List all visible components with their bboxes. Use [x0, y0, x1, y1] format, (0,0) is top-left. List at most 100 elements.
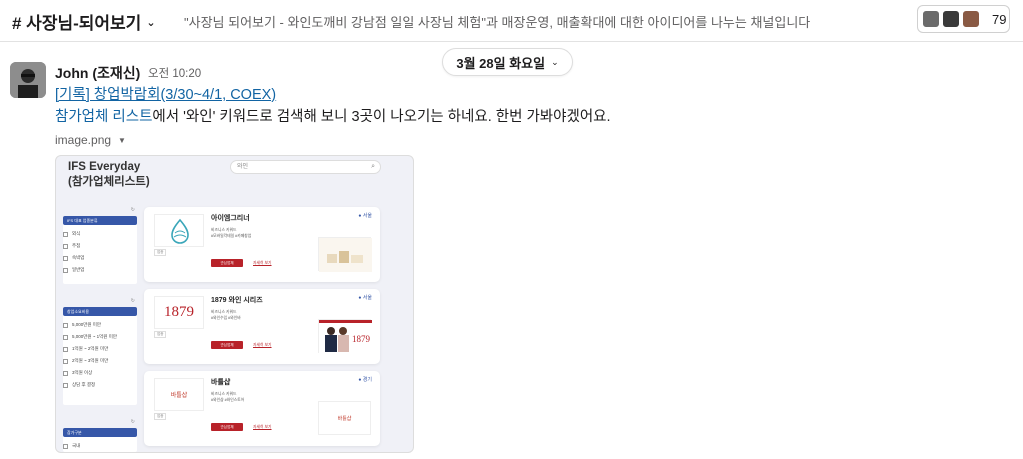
exhibitor-keywords: 비즈니스 키워드 #와인샵 #와인스토어: [211, 391, 244, 403]
checkbox: [63, 231, 68, 237]
location-pin-icon: ● 서울: [358, 295, 372, 301]
channel-name: # 사장님-되어보기: [12, 14, 142, 33]
filter-item: 일반업: [63, 267, 137, 273]
keyword-values: #와인샵 #와인스토어: [211, 398, 245, 402]
exhibitor-name: 1879 와인 시리즈: [211, 297, 263, 304]
exhibitor-logo: 1879: [154, 296, 204, 329]
file-label[interactable]: image.png ▼: [55, 133, 126, 147]
filter-item: 5,000만원 미만: [63, 322, 137, 328]
member-avatar: [942, 10, 960, 28]
message-timestamp[interactable]: 오전 10:20: [148, 65, 201, 81]
filter-item-label: 일반업: [72, 267, 85, 272]
favorite-button: 관심업체: [211, 341, 243, 349]
details-link: 자세히 보기: [253, 343, 272, 347]
exhibitor-region: 서울: [362, 213, 372, 219]
photo-logo-text: 1879: [352, 334, 371, 344]
exhibitor-keywords: 비즈니스 키워드 #와인수입 #와인바: [211, 309, 241, 321]
image-attachment[interactable]: IFS Everyday (참가업체리스트) 와인 ⌕ ↻ IFS 대표 업종분…: [55, 155, 414, 453]
checkbox: [63, 370, 68, 376]
filter-head: 참가구분: [63, 428, 137, 437]
checkbox: [63, 243, 68, 249]
checkbox: [63, 334, 68, 340]
search-icon: ⌕: [371, 163, 375, 170]
exhibitor-tag: 업종: [154, 249, 167, 256]
filter-item-label: 3억원 이상: [72, 370, 93, 375]
filter-item-label: 외식: [72, 231, 81, 236]
filter-head: IFS 대표 업종분류: [63, 216, 137, 225]
details-link: 자세히 보기: [253, 261, 272, 265]
member-avatar: [962, 10, 980, 28]
chevron-down-icon: ⌄: [146, 17, 156, 29]
channel-topic[interactable]: "사장님 되어보기 - 와인도깨비 강남점 일일 사장님 체험"과 매장운영, …: [184, 12, 810, 31]
participant-list-link[interactable]: 참가업체 리스트: [55, 109, 152, 125]
filter-item-label: 주점: [72, 243, 81, 248]
members-button[interactable]: 79: [917, 5, 1010, 33]
filter-group: ↻ 창업소요비용 5,000만원 미만 5,000만원 ~ 1억원 미만 1억원…: [63, 298, 137, 405]
exhibitor-logo-text: 1879: [164, 304, 194, 320]
exhibitor-photo: 바틀샵: [318, 401, 371, 435]
file-name: image.png: [55, 133, 112, 147]
keyword-values: #와인수입 #와인바: [211, 316, 241, 320]
filter-item: 숙박업: [63, 255, 137, 261]
refresh-icon: ↻: [130, 298, 135, 304]
exhibitor-region: 서울: [362, 295, 372, 301]
exhibitor-name: 바틀샵: [211, 379, 231, 386]
message-text: 에서 '와인' 키워드로 검색해 보니 3곳이 나오기는 하네요. 한번 가봐야…: [152, 109, 611, 125]
ifs-title-line1: IFS Everyday: [68, 161, 141, 173]
message-line-1: [기록] 창업박람회(3/30~4/1, COEX): [55, 83, 276, 104]
filter-group: ↻ IFS 대표 업종분류 외식 주점 숙박업 일반업: [63, 207, 137, 284]
exhibitor-photo: 1879: [318, 319, 372, 354]
exhibitor-logo: [154, 214, 204, 247]
exhibitor-tag: 업종: [154, 413, 167, 420]
refresh-icon: ↻: [130, 207, 135, 213]
date-label: 3월 28일 화요일: [456, 55, 546, 71]
filter-item: 3억원 이상: [63, 370, 137, 376]
channel-title-button[interactable]: # 사장님-되어보기 ⌄: [12, 9, 156, 34]
location-pin-icon: ● 서울: [358, 213, 372, 219]
exhibitor-card: 1879 업종 1879 와인 시리즈 ● 서울 비즈니스 키워드 #와인수입 …: [144, 289, 380, 364]
filter-item: 외식: [63, 231, 137, 237]
caret-down-icon[interactable]: ▼: [118, 136, 126, 145]
location-pin-icon: ● 경기: [358, 377, 372, 383]
filter-item: 상담 후 결정: [63, 382, 137, 388]
photo-logo-text: 바틀샵: [337, 415, 352, 422]
checkbox: [63, 267, 68, 273]
checkbox: [63, 255, 68, 261]
filter-item: 주점: [63, 243, 137, 249]
date-divider-button[interactable]: 3월 28일 화요일 ⌄: [442, 48, 573, 76]
filter-item-label: 상담 후 결정: [72, 382, 96, 387]
member-avatar: [922, 10, 940, 28]
filter-item-label: 1억원 ~ 2억원 미만: [72, 346, 109, 351]
filter-head: 창업소요비용: [63, 307, 137, 316]
exhibitor-keywords: 비즈니스 키워드 #모바일칵테일 #카페창업: [211, 227, 251, 239]
ifs-search-box: 와인 ⌕: [230, 160, 381, 174]
ifs-title: IFS Everyday (참가업체리스트): [68, 160, 150, 190]
refresh-icon: ↻: [130, 419, 135, 425]
filter-item-label: 2억원 ~ 3억원 미만: [72, 358, 109, 363]
filter-item: 5,000만원 ~ 1억원 미만: [63, 334, 137, 340]
exhibitor-logo: 바틀샵: [154, 378, 204, 411]
filter-item-label: 5,000만원 ~ 1억원 미만: [72, 334, 117, 339]
sender-avatar[interactable]: [10, 62, 46, 98]
details-link: 자세히 보기: [253, 425, 272, 429]
exhibitor-card: 바틀샵 업종 바틀샵 ● 경기 비즈니스 키워드 #와인샵 #와인스토어 관심업…: [144, 371, 380, 446]
checkbox: [63, 382, 68, 388]
favorite-button: 관심업체: [211, 259, 243, 267]
checkbox: [63, 443, 68, 449]
member-count: 79: [992, 11, 1007, 27]
keyword-values: #모바일칵테일 #카페창업: [211, 234, 252, 238]
exhibitor-photo: [318, 237, 372, 272]
exhibitor-card: 업종 아이엠그리너 ● 서울 비즈니스 키워드 #모바일칵테일 #카페창업 관심…: [144, 207, 380, 282]
sender-name[interactable]: John (조재신): [55, 63, 140, 83]
ifs-title-line2: (참가업체리스트): [68, 176, 150, 188]
filter-item-label: 숙박업: [72, 255, 85, 260]
chevron-down-icon: ⌄: [551, 56, 559, 67]
message-link[interactable]: [기록] 창업박람회(3/30~4/1, COEX): [55, 87, 276, 103]
filter-group: ↻ 참가구분 국내: [63, 419, 137, 452]
filter-item-label: 국내: [72, 443, 81, 448]
filter-item: 1억원 ~ 2억원 미만: [63, 346, 137, 352]
exhibitor-logo-text: 바틀샵: [170, 393, 188, 399]
filter-item: 2억원 ~ 3억원 미만: [63, 358, 137, 364]
filter-item: 국내: [63, 443, 137, 449]
favorite-button: 관심업체: [211, 423, 243, 431]
